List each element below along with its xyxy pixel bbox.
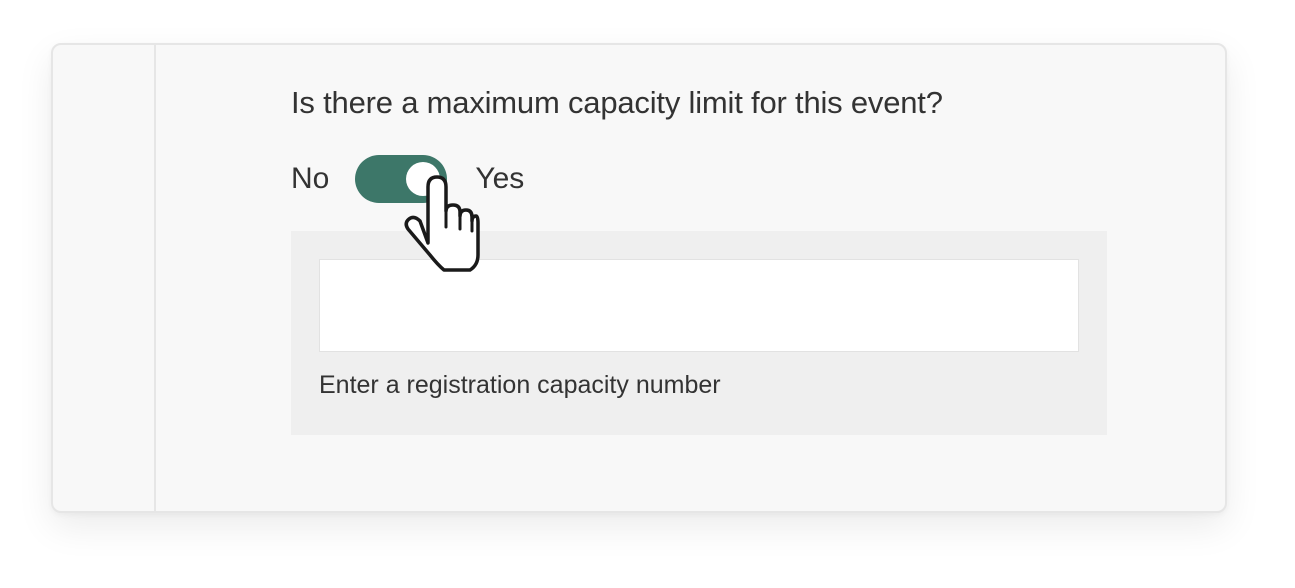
left-gutter-divider bbox=[154, 45, 156, 511]
capacity-hint: Enter a registration capacity number bbox=[319, 371, 721, 399]
capacity-question: Is there a maximum capacity limit for th… bbox=[291, 85, 943, 120]
toggle-off-label: No bbox=[291, 162, 330, 195]
form-card: Is there a maximum capacity limit for th… bbox=[51, 43, 1227, 513]
capacity-limit-toggle[interactable] bbox=[355, 155, 448, 203]
capacity-toggle-row: No Yes bbox=[291, 155, 524, 203]
toggle-on-label: Yes bbox=[475, 162, 525, 195]
capacity-number-input[interactable] bbox=[319, 259, 1079, 352]
capacity-panel: Enter a registration capacity number bbox=[291, 231, 1107, 435]
toggle-knob bbox=[406, 162, 441, 196]
